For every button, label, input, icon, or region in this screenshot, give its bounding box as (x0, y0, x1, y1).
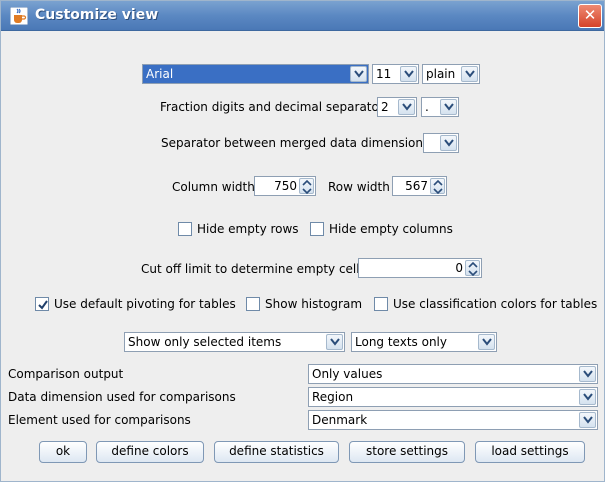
define-colors-button[interactable]: define colors (96, 441, 204, 463)
comparison-dimension-value: Region (312, 390, 354, 404)
title-bar[interactable]: Customize view ✕ (1, 1, 604, 31)
chevron-down-icon (440, 99, 457, 115)
show-histogram-label: Show histogram (265, 297, 363, 311)
row-width-spinner[interactable]: 567 (392, 176, 447, 196)
cutoff-label: Cut off limit to determine empty cells (141, 262, 366, 276)
ok-button[interactable]: ok (39, 441, 87, 463)
font-size-select[interactable]: 11 (372, 64, 419, 84)
chevron-down-icon (579, 412, 596, 428)
chevron-down-icon (326, 334, 343, 350)
cutoff-value: 0 (455, 261, 463, 275)
load-settings-button[interactable]: load settings (475, 441, 585, 463)
spinner-arrows-icon[interactable] (299, 178, 314, 194)
hide-empty-columns-label: Hide empty columns (329, 222, 453, 236)
cutoff-spinner[interactable]: 0 (358, 258, 482, 278)
chevron-down-icon (440, 135, 457, 151)
comparison-dimension-select[interactable]: Region (308, 387, 598, 407)
chevron-down-icon (400, 66, 417, 82)
comparison-output-value: Only values (312, 367, 383, 381)
fraction-digits-value: 2 (381, 100, 389, 114)
font-style-select[interactable]: plain (422, 64, 480, 84)
classification-colors-checkbox[interactable] (374, 297, 388, 311)
decimal-separator-select[interactable]: . (421, 97, 459, 117)
selection-filter-select[interactable]: Show only selected items (124, 332, 345, 352)
close-icon: ✕ (583, 6, 597, 24)
chevron-down-icon (350, 66, 367, 82)
font-style-value: plain (426, 67, 456, 81)
chevron-down-icon (579, 389, 596, 405)
comparison-output-label: Comparison output (8, 367, 124, 381)
chevron-down-icon (461, 66, 478, 82)
show-histogram-checkbox[interactable] (246, 297, 260, 311)
column-width-spinner[interactable]: 750 (254, 176, 316, 196)
decimal-separator-value: . (425, 100, 429, 114)
define-statistics-button[interactable]: define statistics (214, 441, 339, 463)
comparison-element-select[interactable]: Denmark (308, 410, 598, 430)
default-pivoting-checkbox[interactable] (35, 297, 49, 311)
row-width-label: Row width (328, 180, 390, 194)
chevron-down-icon (478, 334, 495, 350)
close-button[interactable]: ✕ (578, 4, 602, 28)
comparison-element-label: Element used for comparisons (8, 413, 191, 427)
font-family-select[interactable]: Arial (142, 64, 369, 84)
spinner-arrows-icon[interactable] (465, 260, 480, 276)
text-filter-select[interactable]: Long texts only (351, 332, 497, 352)
window-title: Customize view (35, 7, 159, 23)
hide-empty-rows-label: Hide empty rows (197, 222, 299, 236)
customize-view-dialog: Customize view ✕ Arial 11 plain Fraction… (0, 0, 605, 482)
java-cup-icon (10, 7, 28, 25)
comparison-output-select[interactable]: Only values (308, 364, 598, 384)
text-filter-value: Long texts only (355, 335, 447, 349)
comparison-element-value: Denmark (312, 413, 368, 427)
fraction-digits-select[interactable]: 2 (377, 97, 417, 117)
checkmark-icon (38, 300, 48, 310)
default-pivoting-label: Use default pivoting for tables (54, 297, 236, 311)
classification-colors-label: Use classification colors for tables (393, 297, 598, 311)
store-settings-button[interactable]: store settings (349, 441, 465, 463)
font-size-value: 11 (376, 67, 392, 81)
chevron-down-icon (398, 99, 415, 115)
spinner-arrows-icon[interactable] (430, 178, 445, 194)
selection-filter-value: Show only selected items (128, 335, 282, 349)
merged-separator-label: Separator between merged data dimensions (161, 136, 430, 150)
row-width-value: 567 (405, 179, 428, 193)
fraction-label: Fraction digits and decimal separator (160, 100, 384, 114)
chevron-down-icon (579, 366, 596, 382)
column-width-value: 750 (274, 179, 297, 193)
comparison-dimension-label: Data dimension used for comparisons (8, 390, 236, 404)
column-width-label: Column width (172, 180, 255, 194)
font-family-value: Arial (146, 67, 174, 81)
hide-empty-rows-checkbox[interactable] (178, 222, 192, 236)
hide-empty-columns-checkbox[interactable] (310, 222, 324, 236)
merged-separator-select[interactable] (423, 133, 459, 153)
